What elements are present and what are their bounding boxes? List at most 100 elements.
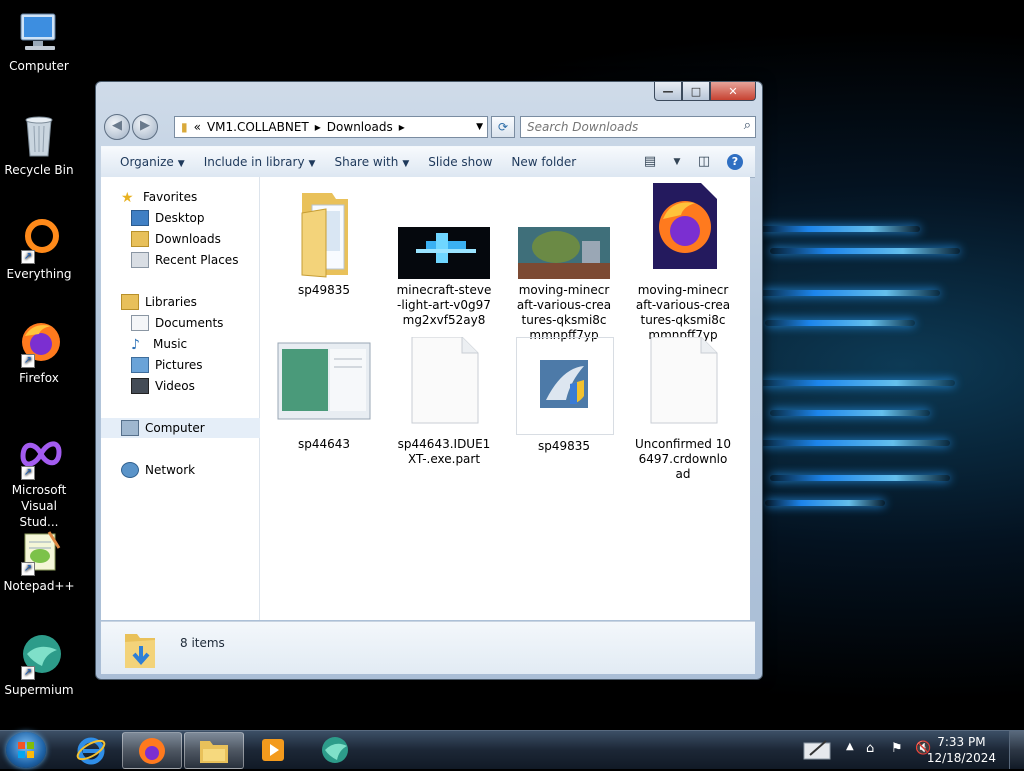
file-item-sp44643-part[interactable]: sp44643.IDUE1XT-.exe.part (396, 336, 492, 467)
desktop-icon-everything[interactable]: ↗ Everything (0, 216, 78, 282)
media-player-icon (262, 738, 284, 761)
supermium-icon: ↗ (15, 632, 63, 680)
network-status-icon[interactable]: ⌂ (866, 741, 874, 756)
image-thumbnail-icon (396, 183, 492, 279)
dropdown-arrow-icon: ▼ (308, 159, 316, 169)
taskbar-supermium[interactable] (306, 732, 364, 767)
file-name: sp49835 (297, 283, 351, 297)
file-item-sp49835-folder[interactable]: sp49835 (276, 183, 372, 298)
organize-menu[interactable]: Organize ▼ (120, 155, 185, 169)
image-thumbnail-icon (516, 183, 612, 279)
desktop-icon-recycle-bin[interactable]: Recycle Bin (0, 112, 78, 178)
wallpaper-streak (760, 226, 920, 232)
file-item-moving-minecraft-html[interactable]: moving-minecraft-various-creatures-qksmi… (635, 183, 731, 343)
nav-item-favorites[interactable]: ★ Favorites (101, 187, 279, 207)
start-button[interactable] (6, 732, 46, 768)
preview-pane-icon[interactable]: ◫ (695, 154, 713, 170)
minimize-button[interactable]: — (654, 82, 682, 101)
address-overflow-chevron[interactable]: « (194, 120, 201, 134)
file-explorer-icon (200, 740, 228, 763)
taskbar-firefox[interactable] (122, 732, 182, 769)
nav-item-libraries[interactable]: Libraries (101, 292, 279, 312)
item-count: 8 items (180, 636, 225, 650)
wallpaper-streak (770, 248, 960, 254)
breadcrumb-vm1-collabnet[interactable]: VM1.COLLABNET (207, 120, 309, 134)
desktop-icon-computer[interactable]: Computer (0, 8, 78, 74)
wallpaper-streak (770, 475, 950, 481)
desktop-icon-firefox[interactable]: ↗ Firefox (0, 320, 78, 386)
show-desktop-button[interactable] (1009, 731, 1024, 769)
breadcrumb-downloads[interactable]: Downloads (327, 120, 393, 134)
nav-label: Desktop (155, 211, 205, 225)
windows-logo-icon (18, 742, 34, 758)
view-dropdown-icon[interactable]: ▼ (673, 154, 681, 170)
shortcut-arrow-icon: ↗ (21, 466, 35, 480)
firefox-icon: ↗ (15, 320, 63, 368)
back-button[interactable]: ◀ (104, 114, 130, 140)
blank-file-icon (396, 336, 492, 433)
include-in-library-menu[interactable]: Include in library ▼ (204, 155, 316, 169)
star-icon: ★ (121, 190, 134, 206)
shortcut-arrow-icon: ↗ (21, 666, 35, 680)
details-pane: 8 items (101, 621, 755, 674)
clock[interactable]: 7:33 PM 12/18/2024 (927, 734, 996, 766)
help-icon[interactable]: ? (727, 154, 743, 170)
search-icon[interactable]: ⌕ (744, 118, 751, 133)
nav-label: Libraries (145, 295, 197, 309)
nav-label: Downloads (155, 232, 221, 246)
nav-item-network[interactable]: Network (101, 460, 279, 480)
explorer-window[interactable]: — □ ✕ ◀ ▶ ▮ « VM1.COLLABNET ▸ Downloads … (95, 81, 763, 680)
desktop-icon-visual-studio[interactable]: ↗ Microsoft Visual Stud... (0, 432, 78, 530)
share-label: Share with (334, 155, 399, 169)
wallpaper-streak (765, 320, 915, 326)
desktop-icon-notepad-plus-plus[interactable]: ↗ Notepad++ (0, 528, 78, 594)
address-bar[interactable]: ▮ « VM1.COLLABNET ▸ Downloads ▸ ▼ (174, 116, 488, 138)
taskbar-file-explorer[interactable] (184, 732, 244, 769)
wallpaper-streak (760, 290, 940, 296)
organize-label: Organize (120, 155, 174, 169)
breadcrumb-separator[interactable]: ▸ (399, 120, 405, 134)
refresh-button[interactable]: ⟳ (491, 116, 515, 138)
nav-label: Recent Places (155, 253, 239, 267)
breadcrumb-separator[interactable]: ▸ (315, 120, 321, 134)
caption-buttons: — □ ✕ (654, 82, 756, 101)
taskbar-internet-explorer[interactable] (62, 732, 120, 767)
new-folder-button[interactable]: New folder (511, 155, 576, 169)
file-item-sp44643[interactable]: sp44643 (276, 337, 372, 452)
network-icon (121, 462, 139, 478)
file-item-unconfirmed-crdownload[interactable]: Unconfirmed 106497.crdownload (635, 336, 731, 482)
search-box[interactable]: ⌕ (520, 116, 756, 138)
change-view-icon[interactable]: ▤ (641, 154, 659, 170)
file-item-sp49835-setup[interactable]: sp49835 (516, 337, 614, 454)
downloads-folder-icon (131, 231, 149, 247)
file-name: sp44643.IDUE1XT-.exe.part (397, 437, 491, 466)
file-item-moving-minecraft-image[interactable]: moving-minecraft-various-creatures-qksmi… (516, 183, 612, 343)
nav-label: Documents (155, 316, 224, 330)
action-center-flag-icon[interactable]: ⚑ (891, 741, 903, 756)
nav-item-computer[interactable]: Computer (101, 418, 279, 438)
desktop-icon-supermium[interactable]: ↗ Supermium (0, 632, 78, 698)
close-button[interactable]: ✕ (710, 82, 756, 101)
internet-explorer-icon (76, 737, 106, 764)
maximize-button[interactable]: □ (682, 82, 710, 101)
show-hidden-icons-button[interactable]: ▲ (846, 741, 854, 752)
slide-show-button[interactable]: Slide show (428, 155, 492, 169)
file-item-minecraft-steve[interactable]: minecraft-steve-light-art-v0g97mg2xvf52a… (396, 183, 492, 328)
include-label: Include in library (203, 155, 305, 169)
search-input[interactable] (525, 117, 729, 137)
dropdown-arrow-icon: ▼ (402, 159, 410, 169)
documents-icon (131, 315, 149, 331)
videos-icon (131, 378, 149, 394)
share-with-menu[interactable]: Share with ▼ (334, 155, 409, 169)
wallpaper-streak (765, 500, 885, 506)
forward-button[interactable]: ▶ (132, 114, 158, 140)
tablet-input-icon[interactable] (802, 737, 832, 765)
recent-places-icon (131, 252, 149, 268)
computer-icon (15, 8, 63, 56)
nav-label: Videos (155, 379, 195, 393)
file-name: minecraft-steve-light-art-v0g97mg2xvf52a… (396, 283, 492, 327)
file-list: sp49835 minecraft-steve-light-art-v0g97m… (260, 177, 750, 620)
taskbar-media-player[interactable] (244, 732, 302, 767)
address-dropdown-icon[interactable]: ▼ (476, 122, 483, 132)
downloads-folder-icon (125, 634, 155, 668)
